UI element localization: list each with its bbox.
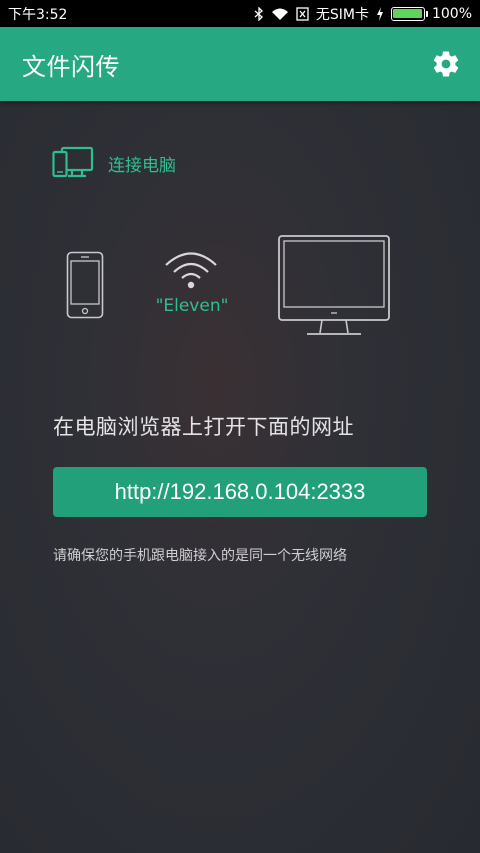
status-time: 下午3:52 bbox=[8, 6, 68, 23]
phone-computer-icon bbox=[52, 146, 94, 178]
carrier-text: 无SIM卡 bbox=[315, 6, 369, 23]
wifi-ssid: "Eleven" bbox=[155, 296, 229, 316]
app-bar: 文件闪传 bbox=[0, 27, 480, 101]
battery-fill bbox=[393, 9, 423, 18]
network-note: 请确保您的手机跟电脑接入的是同一个无线网络 bbox=[53, 548, 347, 564]
battery-text: 100% bbox=[431, 5, 472, 22]
connect-computer-label: 连接电脑 bbox=[108, 155, 176, 176]
bluetooth-icon bbox=[254, 6, 264, 21]
charging-icon bbox=[376, 6, 384, 21]
status-bar: 下午3:52 无SIM卡 100% bbox=[0, 0, 480, 27]
settings-button[interactable] bbox=[428, 46, 464, 82]
monitor-icon bbox=[277, 234, 391, 342]
wifi-icon bbox=[163, 247, 219, 295]
status-icons: 无SIM卡 100% bbox=[254, 4, 472, 24]
app-title: 文件闪传 bbox=[22, 52, 120, 81]
no-sim-icon bbox=[296, 6, 309, 21]
battery-icon bbox=[390, 6, 428, 21]
smartphone-icon bbox=[66, 251, 104, 323]
gear-icon bbox=[433, 51, 459, 77]
instruction-text: 在电脑浏览器上打开下面的网址 bbox=[53, 415, 354, 439]
connect-computer-row[interactable]: 连接电脑 bbox=[52, 146, 176, 180]
url-display[interactable]: http://192.168.0.104:2333 bbox=[53, 467, 427, 517]
wifi-signal-icon bbox=[271, 7, 289, 21]
screen: 下午3:52 无SIM卡 100% 文件闪传 连接电脑 "Eleven" 在电脑… bbox=[0, 0, 480, 853]
